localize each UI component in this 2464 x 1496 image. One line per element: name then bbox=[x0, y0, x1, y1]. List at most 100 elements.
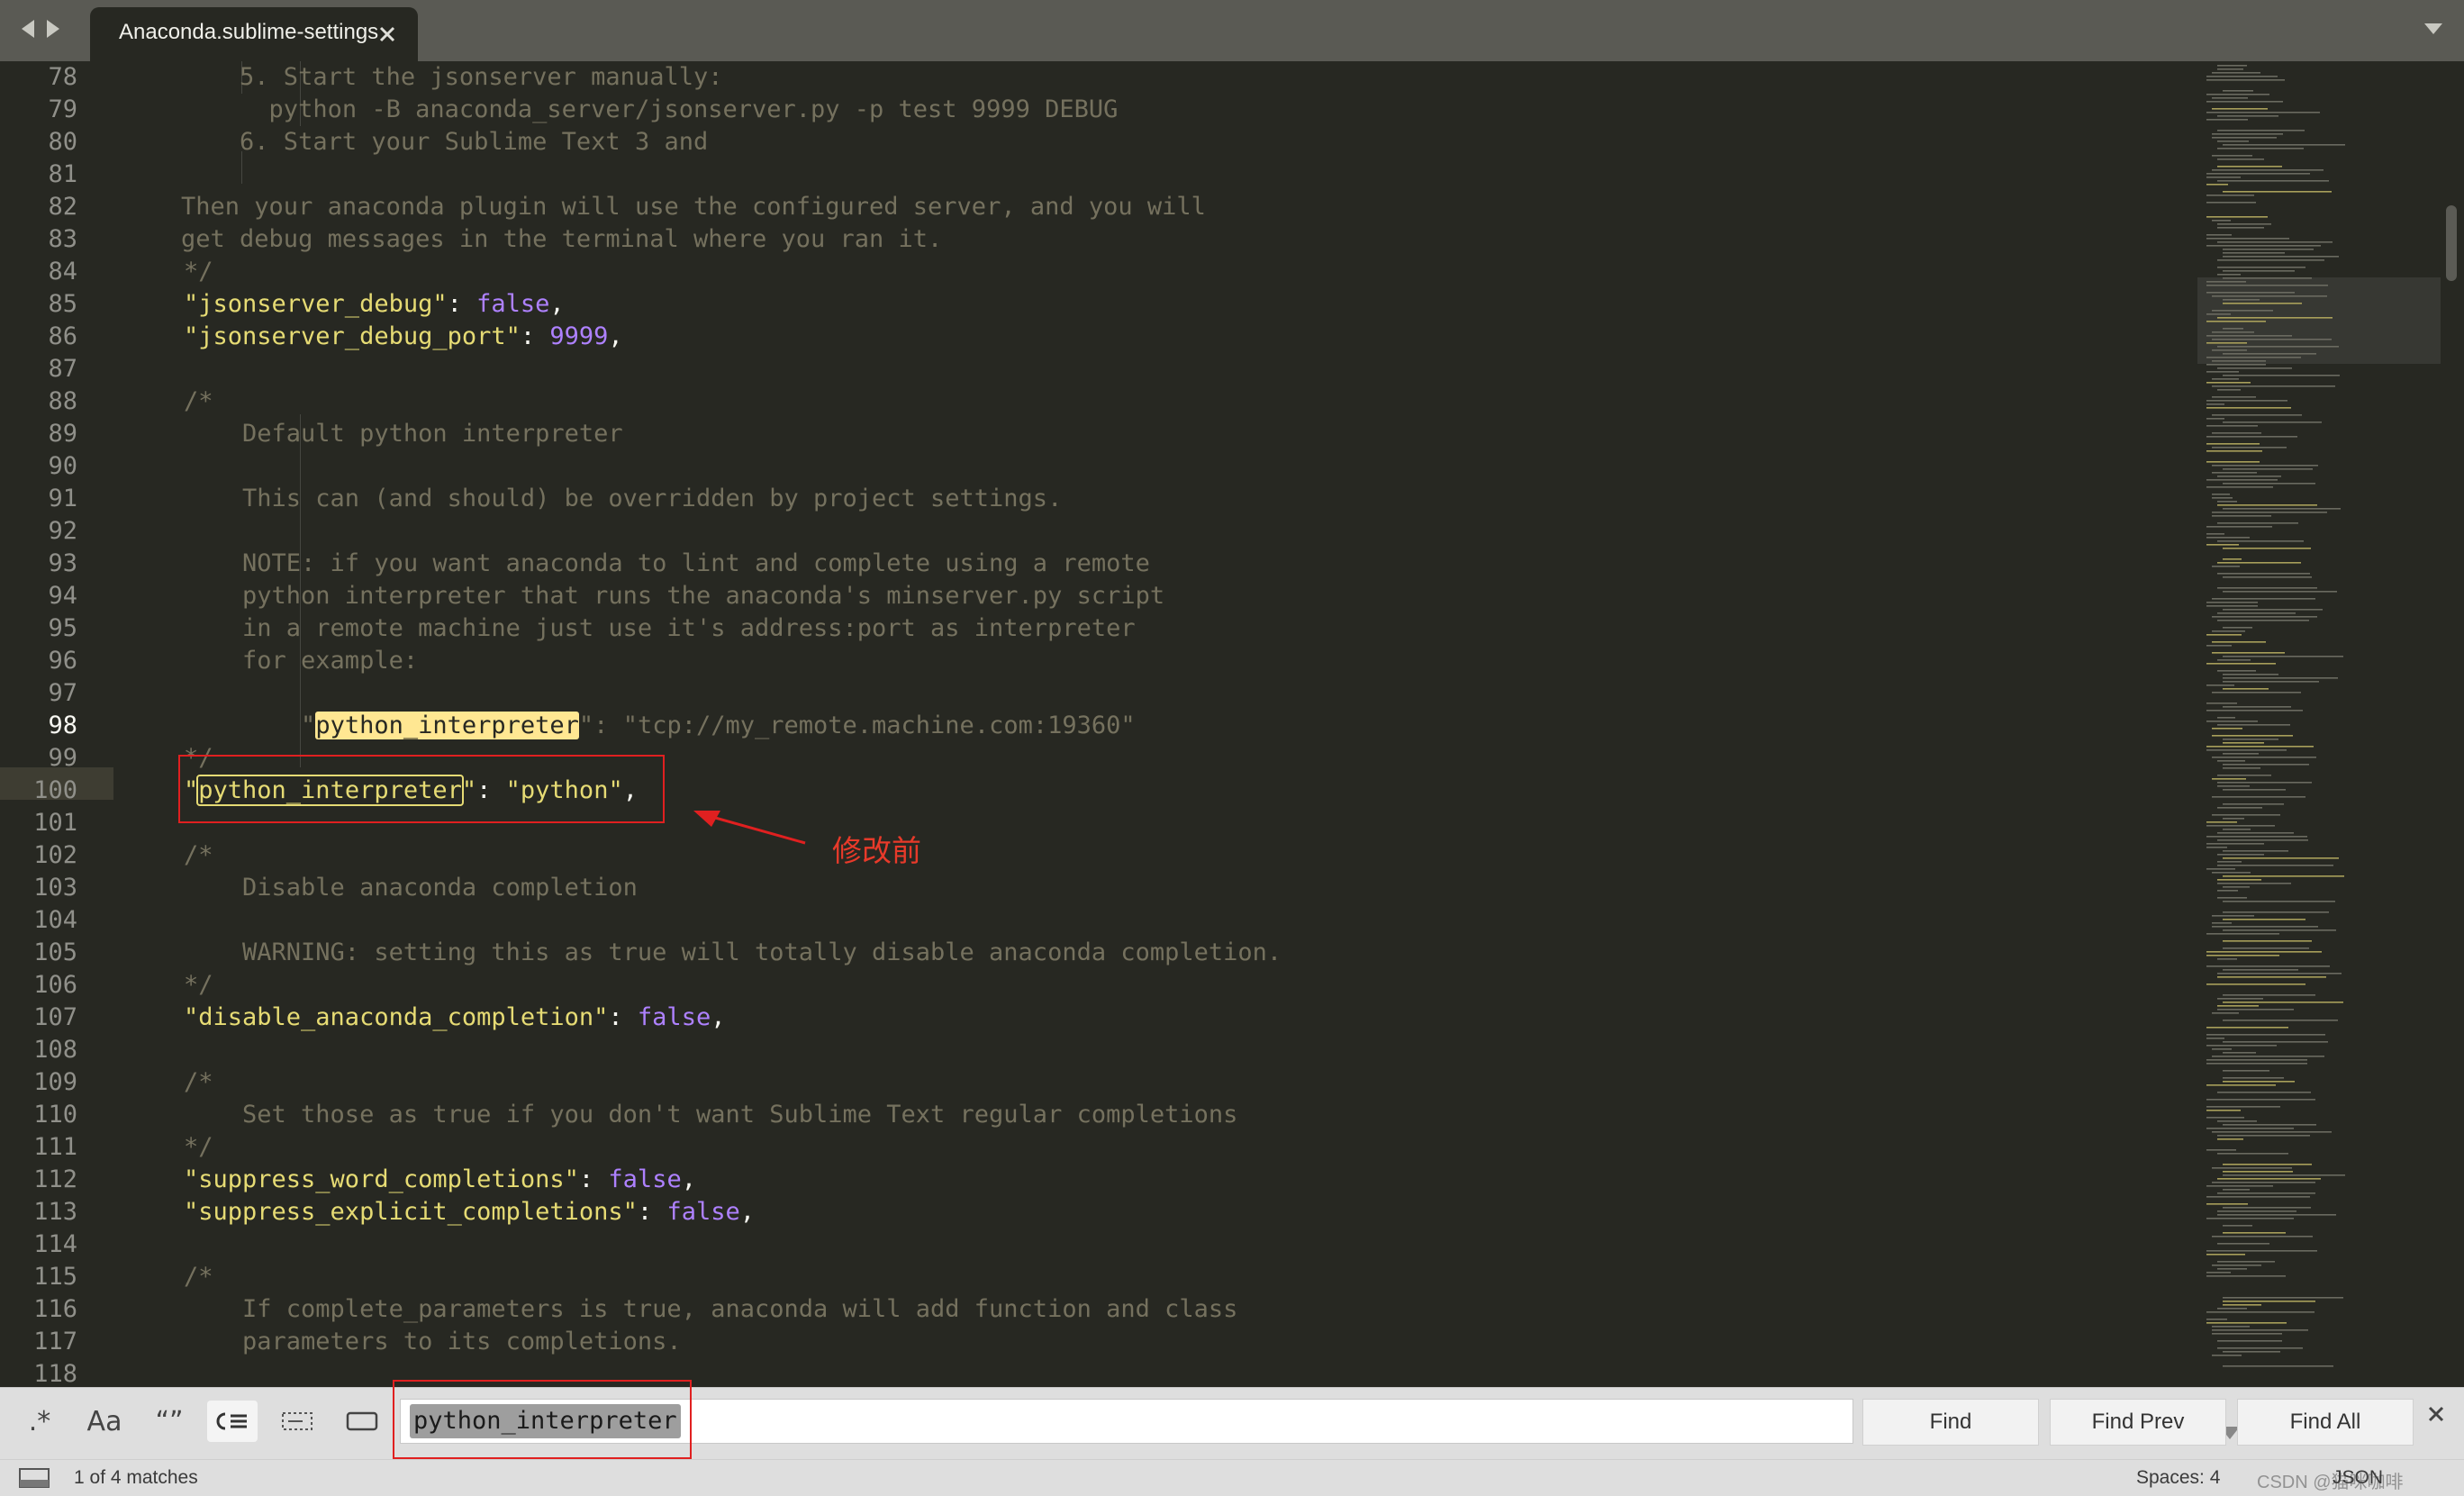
code-line-116: If complete_parameters is true, anaconda… bbox=[184, 1295, 1238, 1323]
code-line-89: Default python interpreter bbox=[184, 420, 623, 448]
code-line-78: 5. Start the jsonserver manually: bbox=[122, 63, 723, 91]
line-number: 106 bbox=[33, 971, 77, 999]
find-button[interactable]: Find bbox=[1862, 1399, 2039, 1446]
panel-icon[interactable] bbox=[18, 1467, 50, 1489]
code-line-110: Set those as true if you don't want Subl… bbox=[184, 1101, 1238, 1129]
code-line-85: "jsonserver_debug": false, bbox=[184, 290, 565, 318]
close-icon[interactable] bbox=[2426, 1404, 2446, 1424]
code-line-102: /* bbox=[184, 841, 213, 869]
line-number: 91 bbox=[48, 485, 77, 512]
code-line-98: "python_interpreter": "tcp://my_remote.m… bbox=[184, 710, 1136, 742]
syntax-selector[interactable]: JSON bbox=[2333, 1467, 2383, 1489]
status-bar: 1 of 4 matches Spaces: 4 CSDN @猫咪咖啡 JSON bbox=[0, 1459, 2464, 1496]
line-number: 88 bbox=[48, 387, 77, 415]
json-value: false bbox=[637, 1003, 711, 1031]
code-line-115: /* bbox=[184, 1263, 213, 1291]
wrap-icon bbox=[216, 1412, 247, 1430]
line-number: 86 bbox=[48, 322, 77, 350]
line-number: 94 bbox=[48, 582, 77, 610]
whole-word-toggle[interactable]: “” bbox=[144, 1401, 195, 1442]
line-number: 82 bbox=[48, 193, 77, 221]
line-number: 80 bbox=[48, 128, 77, 156]
regex-icon: .* bbox=[28, 1405, 51, 1437]
line-number: 96 bbox=[48, 647, 77, 675]
code-line-105: WARNING: setting this as true will total… bbox=[184, 938, 1282, 966]
code-line-80: 6. Start your Sublime Text 3 and bbox=[122, 128, 709, 156]
line-number: 79 bbox=[48, 95, 77, 123]
json-value: false bbox=[666, 1198, 740, 1226]
line-number: 104 bbox=[33, 906, 77, 934]
json-value: false bbox=[608, 1165, 682, 1193]
highlight-matches-toggle[interactable] bbox=[337, 1401, 387, 1442]
line-number: 109 bbox=[33, 1068, 77, 1096]
code-line-107: "disable_anaconda_completion": false, bbox=[184, 1003, 726, 1031]
line-number: 116 bbox=[33, 1295, 77, 1323]
line-number: 107 bbox=[33, 1003, 77, 1031]
line-number: 84 bbox=[48, 258, 77, 286]
close-icon[interactable] bbox=[376, 23, 398, 45]
json-key: "suppress_word_completions" bbox=[184, 1165, 579, 1193]
code-line-103: Disable anaconda completion bbox=[184, 874, 638, 902]
line-number: 85 bbox=[48, 290, 77, 318]
line-number: 93 bbox=[48, 549, 77, 577]
json-key: "disable_anaconda_completion" bbox=[184, 1003, 609, 1031]
json-value: false bbox=[476, 290, 550, 318]
line-number: 101 bbox=[33, 809, 77, 837]
line-number: 103 bbox=[33, 874, 77, 902]
code-line-86: "jsonserver_debug_port": 9999, bbox=[184, 322, 623, 350]
line-number: 95 bbox=[48, 614, 77, 642]
json-key: "jsonserver_debug_port" bbox=[184, 322, 521, 350]
code-line-117: parameters to its completions. bbox=[184, 1328, 682, 1355]
wrap-toggle[interactable] bbox=[207, 1401, 258, 1442]
code-line-111: */ bbox=[184, 1133, 213, 1161]
line-number: 78 bbox=[48, 63, 77, 91]
line-number-gutter: 78 79 80 81 82 83 84 85 86 87 88 89 90 91 92 93 94 95 96 97… bbox=[0, 61, 122, 1388]
search-match-highlight: python_interpreter bbox=[315, 712, 579, 739]
chevron-down-icon[interactable] bbox=[2423, 18, 2444, 40]
line-number: 115 bbox=[33, 1263, 77, 1291]
code-editor[interactable]: 5. Start the jsonserver manually: python… bbox=[122, 61, 2194, 1387]
tab-settings[interactable]: Anaconda.sublime-settings bbox=[90, 7, 418, 61]
comment-text: " bbox=[184, 712, 316, 739]
tab-label: Anaconda.sublime-settings bbox=[119, 20, 379, 44]
code-line-82: Then your anaconda plugin will use the c… bbox=[122, 193, 1206, 221]
line-number: 98 bbox=[48, 712, 77, 739]
minimap[interactable] bbox=[2197, 61, 2441, 1387]
line-number: 89 bbox=[48, 420, 77, 448]
line-number: 97 bbox=[48, 679, 77, 707]
indentation-setting[interactable]: Spaces: 4 bbox=[2136, 1467, 2220, 1489]
line-number: 90 bbox=[48, 452, 77, 480]
in-selection-icon bbox=[282, 1412, 313, 1430]
code-line-109: /* bbox=[184, 1068, 213, 1096]
code-line-91: This can (and should) be overridden by p… bbox=[184, 485, 1063, 512]
code-line-95: in a remote machine just use it's addres… bbox=[184, 614, 1136, 642]
line-number: 114 bbox=[33, 1230, 77, 1258]
regex-toggle[interactable]: .* bbox=[14, 1401, 65, 1442]
annotation-label: 修改前 bbox=[832, 834, 921, 867]
code-line-84: */ bbox=[184, 258, 213, 286]
line-number: 112 bbox=[33, 1165, 77, 1193]
code-line-106: */ bbox=[184, 971, 213, 999]
line-number: 87 bbox=[48, 355, 77, 383]
minimap-content bbox=[2206, 65, 2345, 1367]
whole-word-icon: “” bbox=[155, 1405, 184, 1437]
find-prev-button[interactable]: Find Prev bbox=[2050, 1399, 2226, 1446]
case-sensitive-toggle[interactable]: Aa bbox=[79, 1401, 130, 1442]
match-count: 1 of 4 matches bbox=[74, 1467, 198, 1488]
annotation-box bbox=[178, 755, 665, 823]
json-key: "suppress_explicit_completions" bbox=[184, 1198, 638, 1226]
line-number: 100 bbox=[33, 776, 77, 804]
code-line-83: get debug messages in the terminal where… bbox=[122, 225, 943, 253]
code-line-113: "suppress_explicit_completions": false, bbox=[184, 1198, 755, 1226]
right-arrow-icon[interactable] bbox=[41, 13, 65, 45]
line-number: 92 bbox=[48, 517, 77, 545]
json-key: "jsonserver_debug" bbox=[184, 290, 448, 318]
scrollbar-thumb[interactable] bbox=[2446, 205, 2457, 281]
find-panel: .* Aa “” python_interpreter Find Find Pr… bbox=[0, 1387, 2464, 1460]
in-selection-toggle[interactable] bbox=[272, 1401, 322, 1442]
highlight-matches-icon bbox=[346, 1411, 378, 1431]
find-all-button[interactable]: Find All bbox=[2237, 1399, 2414, 1446]
code-line-94: python interpreter that runs the anacond… bbox=[184, 582, 1165, 610]
left-arrow-icon[interactable] bbox=[16, 13, 40, 45]
case-icon: Aa bbox=[86, 1405, 122, 1437]
